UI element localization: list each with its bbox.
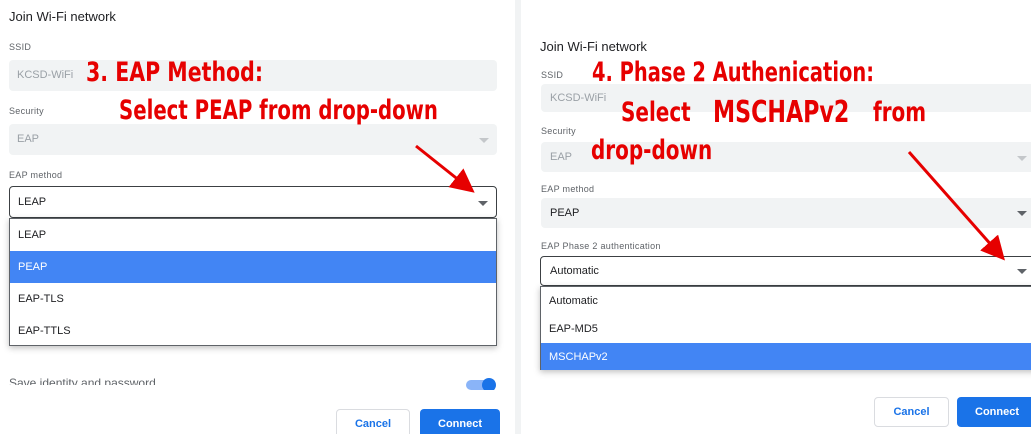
- eap-method-label: EAP method: [9, 170, 63, 180]
- dialog-title: Join Wi-Fi network: [9, 9, 116, 24]
- dropdown-option-eap-md5[interactable]: EAP-MD5: [541, 315, 1031, 343]
- cancel-button[interactable]: Cancel: [336, 409, 410, 434]
- dropdown-option-automatic[interactable]: Automatic: [541, 287, 1031, 315]
- phase2-select[interactable]: Automatic: [540, 256, 1031, 286]
- annotation-eap-method-heading: 3. EAP Method:: [86, 57, 264, 88]
- connect-button[interactable]: Connect: [957, 397, 1031, 427]
- ssid-label: SSID: [9, 42, 32, 52]
- chevron-down-icon[interactable]: [478, 201, 488, 206]
- annotation-eap-method-instruction: Select PEAP from drop-down: [119, 95, 438, 126]
- save-identity-toggle[interactable]: [464, 378, 496, 390]
- eap-method-label: EAP method: [541, 184, 595, 194]
- dropdown-option-eap-ttls[interactable]: EAP-TTLS: [10, 315, 496, 347]
- chevron-down-icon: [1017, 156, 1027, 161]
- chevron-down-icon[interactable]: [1017, 269, 1027, 274]
- phase2-dropdown: Automatic EAP-MD5 MSCHAPv2: [540, 286, 1031, 370]
- eap-method-dropdown: LEAP PEAP EAP-TLS EAP-TTLS: [9, 218, 497, 346]
- chevron-down-icon[interactable]: [1017, 211, 1027, 216]
- chevron-down-icon: [479, 138, 489, 143]
- annotation-phase2-from-word: from: [873, 97, 927, 128]
- save-identity-row: Save identity and password: [9, 373, 309, 385]
- security-value: EAP: [550, 151, 573, 163]
- phase2-label: EAP Phase 2 authentication: [541, 241, 661, 251]
- dropdown-option-eap-tls[interactable]: EAP-TLS: [10, 283, 496, 315]
- eap-method-value: LEAP: [18, 196, 47, 208]
- security-label: Security: [9, 106, 44, 116]
- security-label: Security: [541, 126, 576, 136]
- annotation-phase2-option-name: MSCHAPv2: [713, 95, 850, 130]
- ssid-value: KCSD-WiFi: [550, 92, 607, 104]
- annotation-phase2-heading: 4. Phase 2 Authenication:: [592, 57, 874, 88]
- ssid-label: SSID: [541, 70, 564, 80]
- cancel-button[interactable]: Cancel: [874, 397, 949, 427]
- annotation-phase2-dropdown-word: drop-down: [591, 135, 713, 166]
- dropdown-option-mschapv2[interactable]: MSCHAPv2: [541, 343, 1031, 370]
- eap-method-select[interactable]: LEAP: [9, 186, 497, 218]
- security-value: EAP: [17, 133, 40, 145]
- dropdown-option-leap[interactable]: LEAP: [10, 219, 496, 251]
- eap-method-value: PEAP: [550, 207, 580, 219]
- dropdown-option-peap[interactable]: PEAP: [10, 251, 496, 283]
- phase2-value: Automatic: [550, 265, 599, 277]
- security-select: EAP: [9, 124, 497, 155]
- save-identity-label: Save identity and password: [9, 376, 156, 385]
- connect-button[interactable]: Connect: [420, 409, 500, 434]
- dialog-title: Join Wi-Fi network: [540, 39, 647, 54]
- eap-method-select[interactable]: PEAP: [541, 198, 1031, 228]
- annotation-phase2-select-word: Select: [621, 97, 691, 128]
- ssid-value: KCSD-WiFi: [17, 69, 74, 81]
